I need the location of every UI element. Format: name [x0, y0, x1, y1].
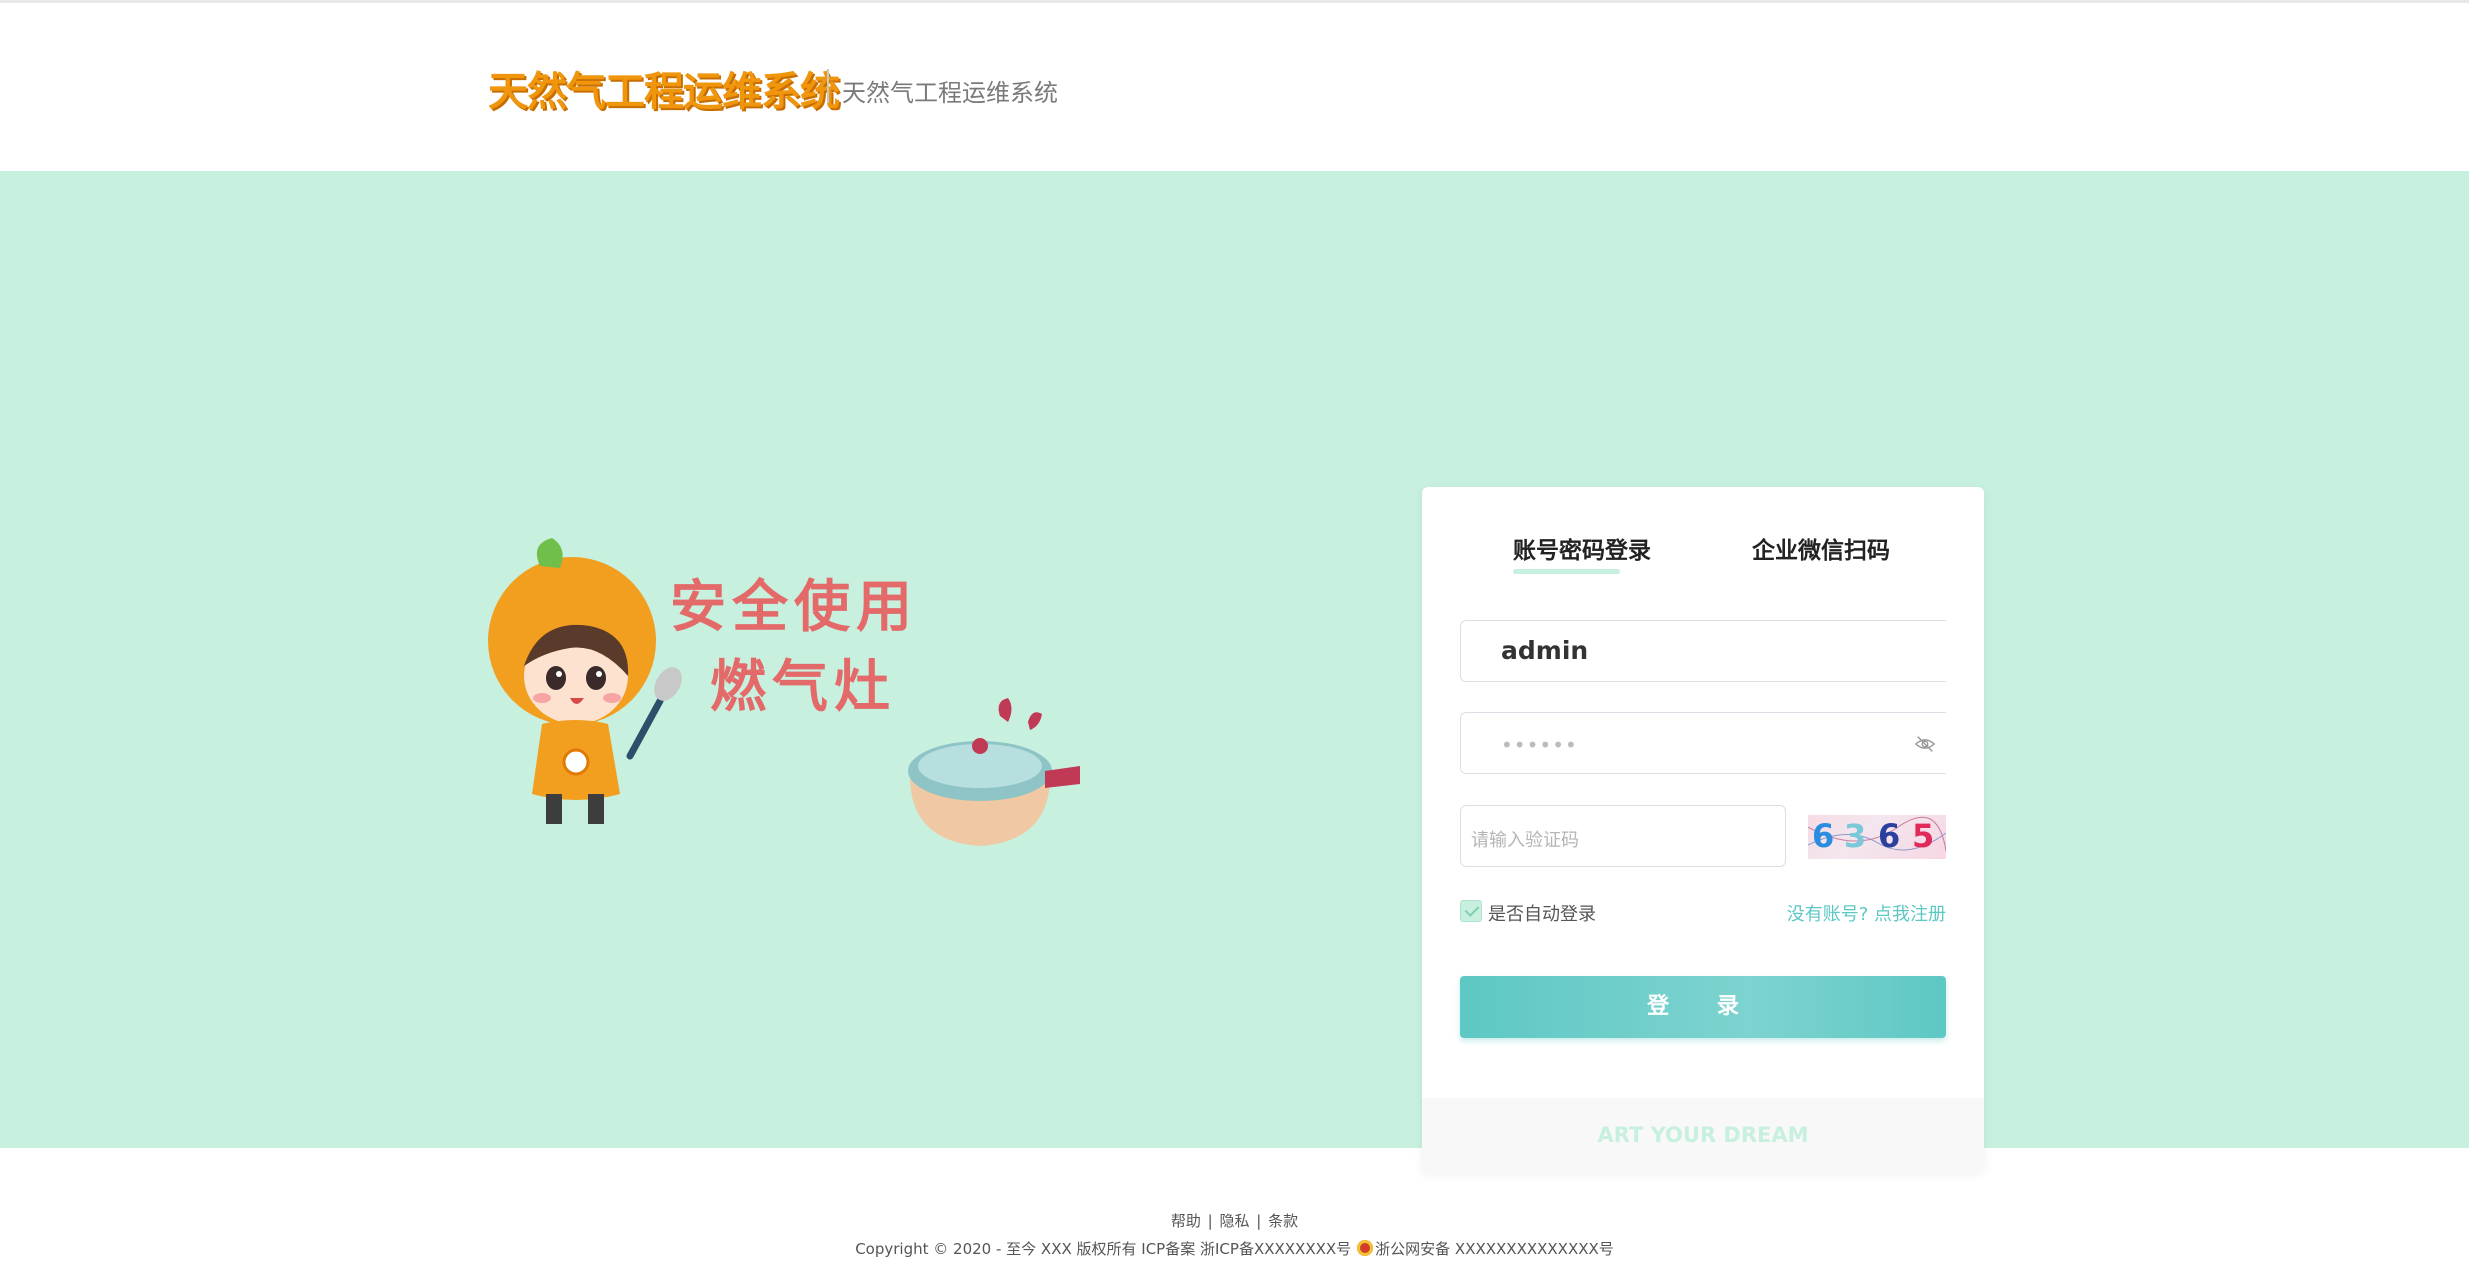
help-link[interactable]: 帮助: [1171, 1212, 1201, 1230]
eye-off-icon[interactable]: [1914, 733, 1936, 755]
privacy-link[interactable]: 隐私: [1219, 1212, 1249, 1230]
password-value: ••••••: [1501, 733, 1578, 757]
police-record[interactable]: 浙公网安备 XXXXXXXXXXXXXX号: [1375, 1240, 1614, 1258]
captcha-digit: 3: [1844, 817, 1867, 855]
header-subtitle: 天然气工程运维系统: [842, 79, 1058, 107]
login-card: 账号密码登录 企业微信扫码 admin •••••• 请输入验证码 6 3 6: [1422, 487, 1984, 1173]
slogan-line2: 燃气灶: [710, 655, 896, 720]
captcha-image[interactable]: 6 3 6 5: [1808, 815, 1946, 859]
slogan-line1: 安全使用: [670, 575, 918, 640]
header-divider: [827, 69, 829, 103]
active-tab-indicator: [1513, 569, 1620, 574]
copyright: Copyright © 2020 - 至今 XXX 版权所有 ICP备案 浙IC…: [0, 1238, 2469, 1259]
safety-illustration: 安全使用 燃气灶: [488, 538, 1080, 846]
logo[interactable]: 天然气工程运维系统: [488, 59, 840, 117]
username-value: admin: [1501, 636, 1589, 665]
password-input[interactable]: ••••••: [1460, 712, 1946, 774]
footer-separator: |: [1207, 1212, 1213, 1230]
captcha-digit: 5: [1912, 817, 1935, 855]
terms-link[interactable]: 条款: [1268, 1212, 1298, 1230]
header: 天然气工程运维系统 天然气工程运维系统: [0, 3, 2469, 171]
auto-login-label: 是否自动登录: [1488, 904, 1596, 925]
tab-account-login[interactable]: 账号密码登录: [1513, 531, 1651, 565]
register-link[interactable]: 没有账号? 点我注册: [1787, 900, 1946, 926]
card-footer: ART YOUR DREAM: [1422, 1098, 1984, 1173]
police-badge-icon: [1357, 1240, 1374, 1256]
login-button[interactable]: 登 录: [1460, 976, 1946, 1038]
footer-slogan: ART YOUR DREAM: [1597, 1123, 1809, 1147]
captcha-placeholder: 请输入验证码: [1471, 830, 1579, 851]
footer-separator: |: [1256, 1212, 1262, 1230]
copyright-text: Copyright © 2020 - 至今 XXX 版权所有 ICP备案 浙IC…: [855, 1240, 1352, 1258]
auto-login-checkbox[interactable]: [1460, 900, 1482, 922]
captcha-digit: 6: [1878, 817, 1901, 855]
main-banner: 安全使用 燃气灶 账号密码登录 企业微信扫码 admin •••••• 请输入验…: [0, 171, 2469, 1173]
tab-wechat-scan[interactable]: 企业微信扫码: [1752, 531, 1890, 565]
captcha-digit: 6: [1812, 817, 1835, 855]
leaf-icon: [536, 538, 563, 568]
username-input[interactable]: admin: [1460, 620, 1946, 682]
captcha-input[interactable]: 请输入验证码: [1460, 805, 1786, 867]
footer-links: 帮助 | 隐私 | 条款: [0, 1210, 2469, 1231]
